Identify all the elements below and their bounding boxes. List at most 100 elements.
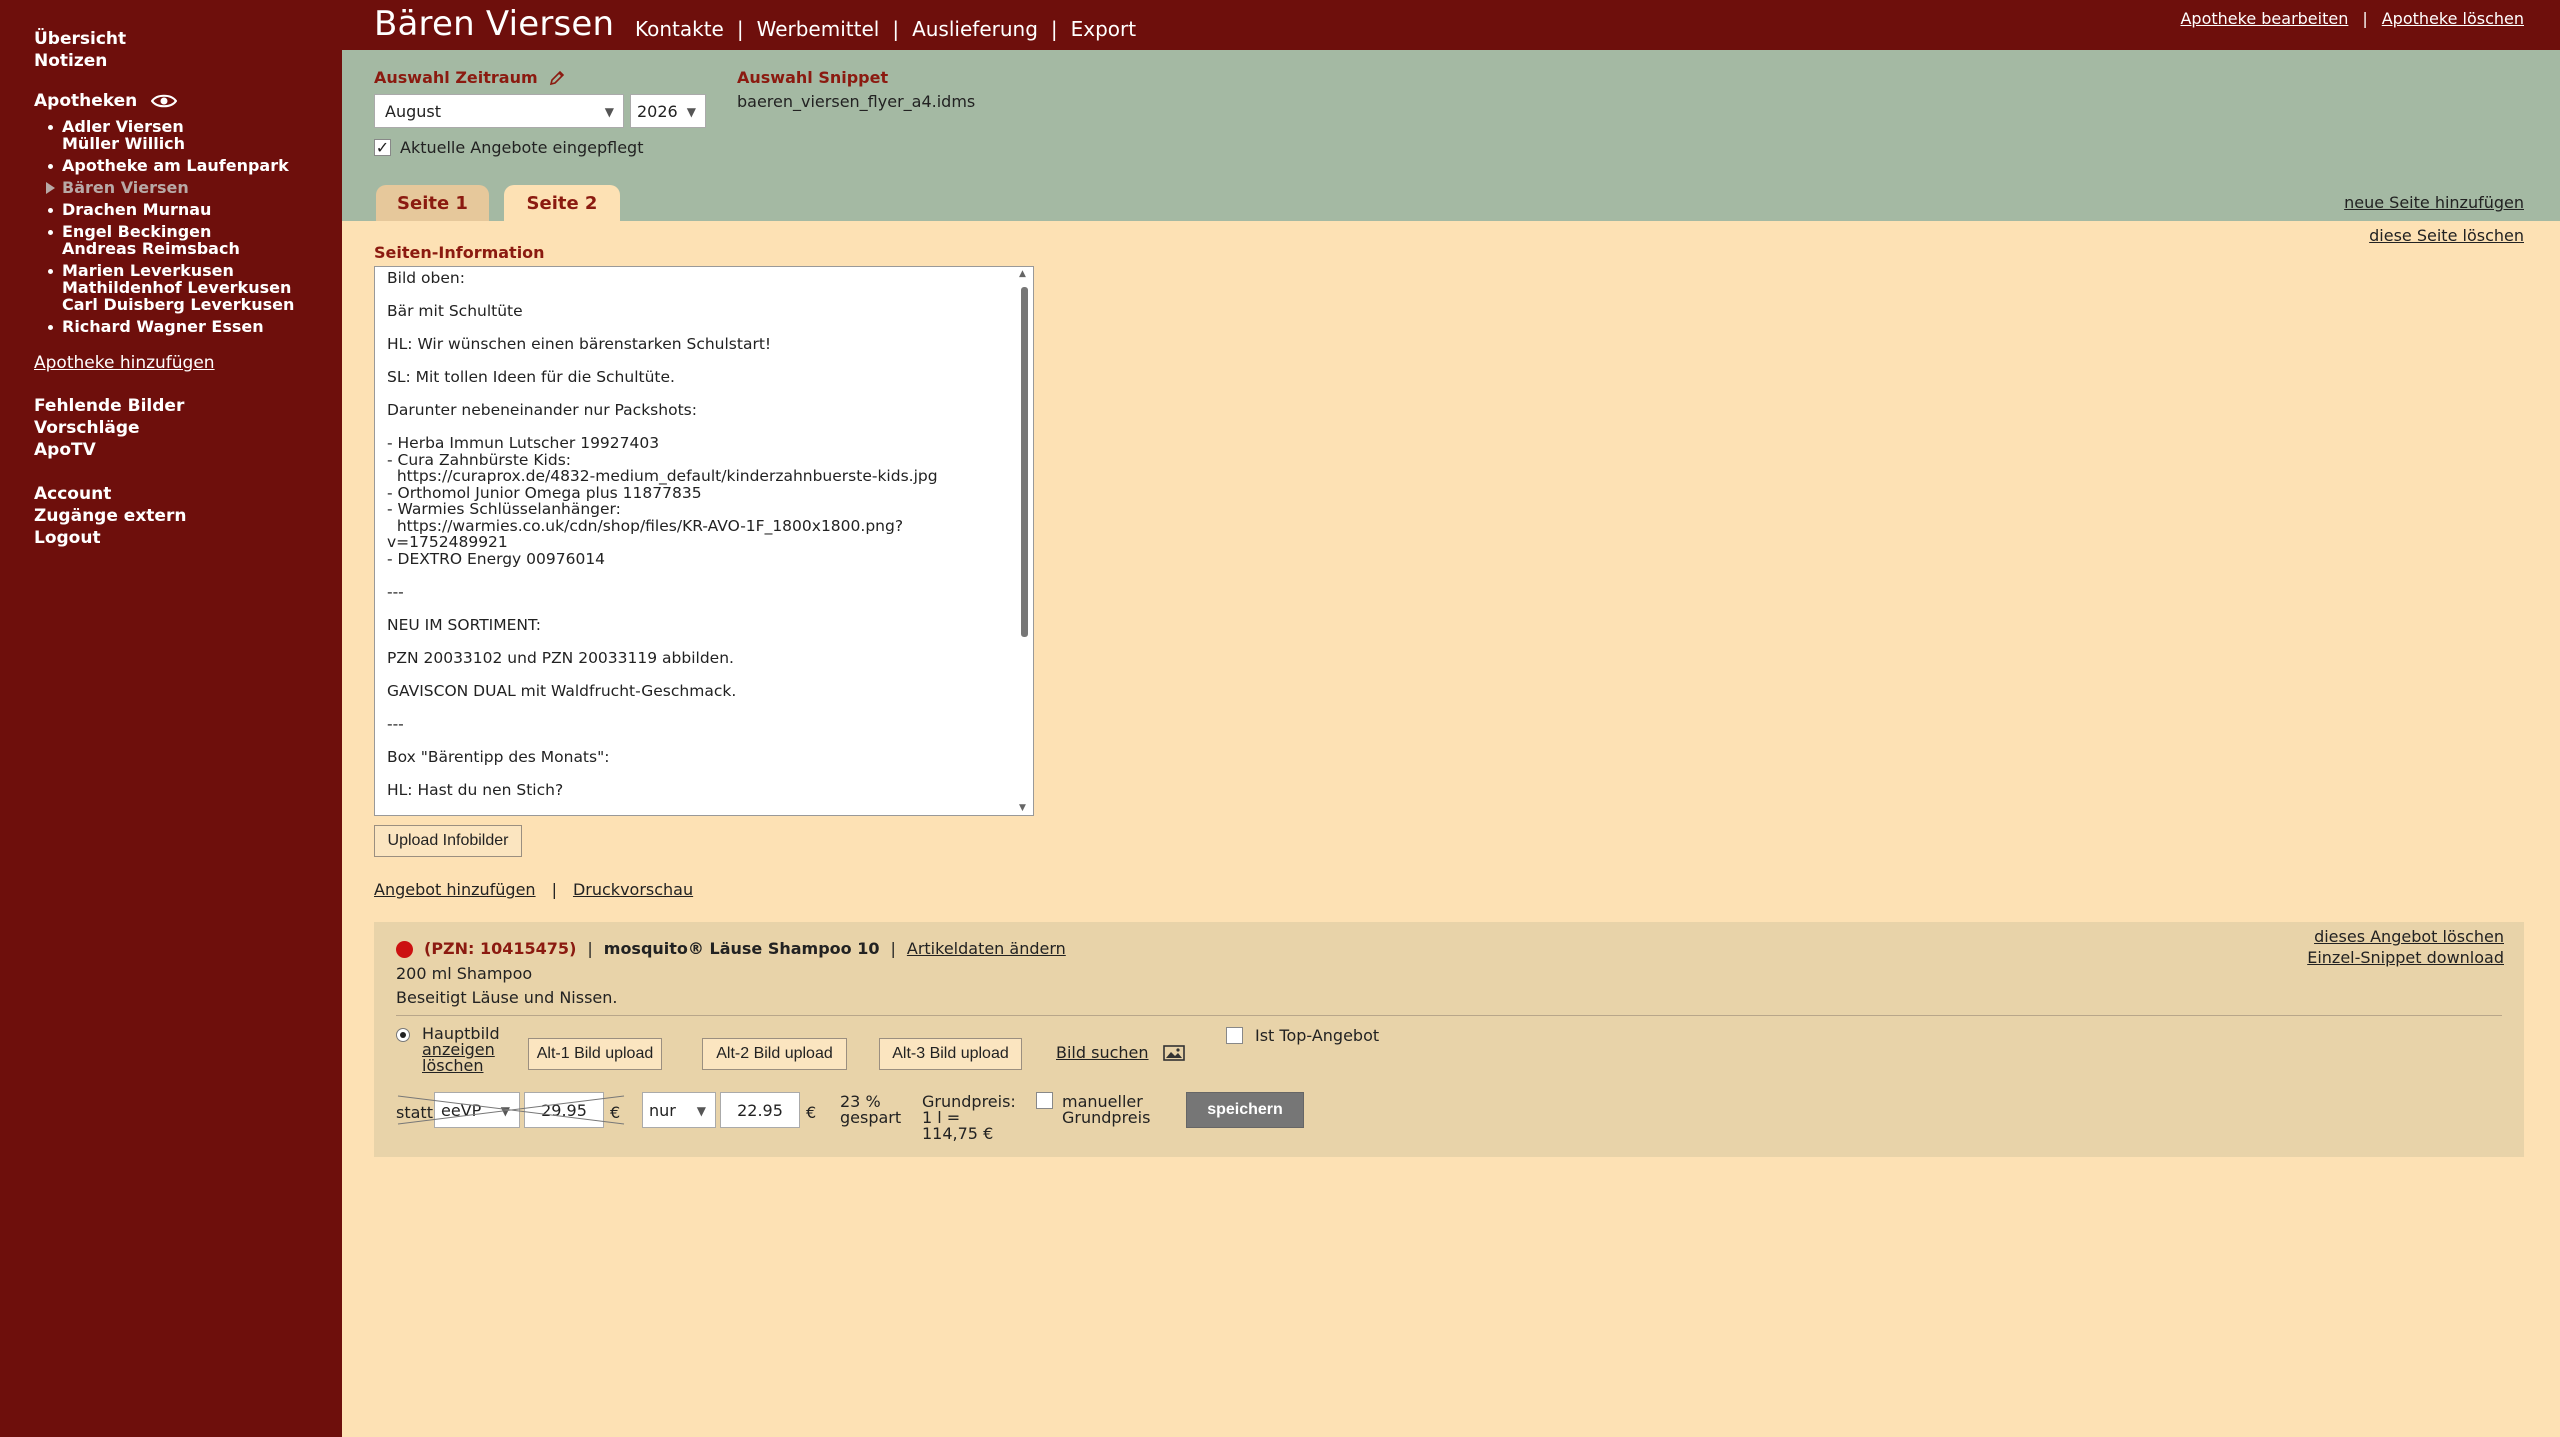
eye-icon[interactable] <box>151 93 178 109</box>
offer-panel: (PZN: 10415475) | mosquito® Läuse Shampo… <box>374 922 2524 1157</box>
speichern-button[interactable]: speichern <box>1186 1092 1304 1128</box>
month-select[interactable]: August ▼ <box>374 94 624 128</box>
bullet-icon <box>48 164 53 169</box>
sidebar-item-label: Apotheke am Laufenpark <box>62 156 289 175</box>
gespart-label: gespart <box>840 1108 902 1127</box>
seiten-information-text[interactable]: Bild oben: Bär mit Schultüte HL: Wir wün… <box>375 267 1033 813</box>
textarea-scrollbar[interactable]: ▲ ▼ <box>1018 269 1031 813</box>
page-title: Bären Viersen <box>374 4 615 44</box>
nav-fehlende-bilder[interactable]: Fehlende Bilder <box>34 395 342 417</box>
checkbox-box[interactable] <box>1226 1027 1243 1044</box>
tab-seite-2[interactable]: Seite 2 <box>504 185 620 221</box>
tab-seite-1[interactable]: Seite 1 <box>376 185 489 221</box>
bild-suchen: Bild suchen <box>1056 1043 1185 1062</box>
top-header: Bären Viersen Kontakte | Werbemittel | A… <box>342 0 2560 50</box>
sidebar-item-adler-viersen[interactable]: Adler Viersen Müller Willich <box>44 118 342 152</box>
strikethrough-mark <box>397 1095 625 1125</box>
sidebar-middle-group: Fehlende Bilder Vorschläge ApoTV <box>34 395 342 461</box>
offer-pzn: (PZN: 10415475) <box>424 939 577 958</box>
alt3-bild-upload-button[interactable]: Alt-3 Bild upload <box>879 1038 1022 1070</box>
manuell-line2: Grundpreis <box>1062 1108 1151 1127</box>
apotheken-list: Adler Viersen Müller Willich Apotheke am… <box>44 118 342 335</box>
sidebar-item-richard-wagner-essen[interactable]: Richard Wagner Essen <box>44 318 342 335</box>
upload-infobilder-button[interactable]: Upload Infobilder <box>374 825 522 857</box>
sidebar-item-label: Drachen Murnau <box>62 200 212 219</box>
controls-panel: Auswahl Zeitraum August ▼ 2026 ▼ Auswahl… <box>342 50 2560 221</box>
action-links: Angebot hinzufügen | Druckvorschau <box>374 880 693 899</box>
sidebar-item-engel-beckingen[interactable]: Engel Beckingen Andreas Reimsbach <box>44 223 342 257</box>
top-angebot-label: Ist Top-Angebot <box>1255 1026 1380 1045</box>
seite-loeschen-link[interactable]: diese Seite löschen <box>2369 226 2524 245</box>
chevron-down-icon: ▼ <box>604 105 614 119</box>
nav-notizen[interactable]: Notizen <box>34 50 342 72</box>
year-select[interactable]: 2026 ▼ <box>630 94 706 128</box>
bullet-icon <box>48 230 53 235</box>
nav-kontakte[interactable]: Kontakte <box>635 17 724 41</box>
nur-select-value: nur <box>649 1101 676 1120</box>
einzel-snippet-download-link[interactable]: Einzel-Snippet download <box>2307 947 2504 968</box>
nav-logout[interactable]: Logout <box>34 527 342 549</box>
link-separator: | <box>551 880 557 899</box>
seiten-information-textarea[interactable]: Bild oben: Bär mit Schultüte HL: Wir wün… <box>374 266 1034 816</box>
bullet-icon <box>48 208 53 213</box>
snippet-label: Auswahl Snippet <box>737 68 889 87</box>
nav-vorschlaege[interactable]: Vorschläge <box>34 417 342 439</box>
offer-right-links: dieses Angebot löschen Einzel-Snippet do… <box>2307 926 2504 968</box>
seiten-information-label: Seiten-Information <box>374 243 545 262</box>
currency-symbol: € <box>806 1103 817 1122</box>
grundpreis-value: 1 l = 114,75 € <box>922 1108 994 1143</box>
sidebar-item-marien-leverkusen[interactable]: Marien Leverkusen Mathildenhof Leverkuse… <box>44 262 342 313</box>
sidebar-item-drachen-murnau[interactable]: Drachen Murnau <box>44 201 342 218</box>
hauptbild-radio[interactable] <box>396 1028 410 1042</box>
link-separator: | <box>2362 9 2368 28</box>
nav-apotv[interactable]: ApoTV <box>34 439 342 461</box>
nav-zugaenge-extern[interactable]: Zugänge extern <box>34 505 342 527</box>
apotheke-hinzufuegen-link[interactable]: Apotheke hinzufügen <box>34 353 342 373</box>
title-separator: | <box>890 939 896 958</box>
snippet-value[interactable]: baeren_viersen_flyer_a4.idms <box>737 92 975 111</box>
angebot-hinzufuegen-link[interactable]: Angebot hinzufügen <box>374 880 536 899</box>
hauptbild-loeschen-link[interactable]: löschen <box>422 1058 500 1074</box>
chevron-down-icon: ▼ <box>686 105 696 119</box>
offer-divider <box>396 1015 2502 1016</box>
scroll-up-icon[interactable]: ▲ <box>1019 269 1026 279</box>
gespart-info: 23 % gespart <box>840 1094 901 1126</box>
apotheken-heading: Apotheken <box>34 90 342 112</box>
apotheken-label[interactable]: Apotheken <box>34 90 137 112</box>
scrollbar-thumb[interactable] <box>1021 287 1028 637</box>
bullet-icon <box>48 269 53 274</box>
nav-separator: | <box>1050 17 1058 41</box>
nur-price-input[interactable]: 22.95 <box>720 1092 800 1128</box>
angebot-loeschen-link[interactable]: dieses Angebot löschen <box>2307 926 2504 947</box>
druckvorschau-link[interactable]: Druckvorschau <box>573 880 693 899</box>
nav-account[interactable]: Account <box>34 483 342 505</box>
apotheke-bearbeiten-link[interactable]: Apotheke bearbeiten <box>2180 9 2348 28</box>
sidebar-item-baeren-viersen[interactable]: Bären Viersen <box>44 179 342 196</box>
sidebar-item-apotheke-am-laufenpark[interactable]: Apotheke am Laufenpark <box>44 157 342 174</box>
apotheke-loeschen-link[interactable]: Apotheke löschen <box>2382 9 2524 28</box>
alt1-bild-upload-button[interactable]: Alt-1 Bild upload <box>528 1038 662 1070</box>
checkbox-box[interactable]: ✓ <box>374 139 391 156</box>
hauptbild-block: Hauptbild anzeigen löschen <box>422 1026 500 1074</box>
nur-price-type-select[interactable]: nur ▼ <box>642 1092 716 1128</box>
sidebar: Übersicht Notizen Apotheken Adler Vierse… <box>0 0 342 1437</box>
month-select-value: August <box>385 102 441 121</box>
nav-uebersicht[interactable]: Übersicht <box>34 28 342 50</box>
zeitraum-heading: Auswahl Zeitraum <box>374 68 566 87</box>
nav-werbemittel[interactable]: Werbemittel <box>757 17 880 41</box>
image-icon[interactable] <box>1162 1044 1185 1062</box>
scroll-down-icon[interactable]: ▼ <box>1019 803 1026 813</box>
alt2-bild-upload-button[interactable]: Alt-2 Bild upload <box>702 1038 847 1070</box>
zeitraum-label: Auswahl Zeitraum <box>374 68 538 87</box>
nav-export[interactable]: Export <box>1071 17 1136 41</box>
grundpreis-info: Grundpreis: 1 l = 114,75 € <box>922 1094 1016 1142</box>
bild-suchen-link[interactable]: Bild suchen <box>1056 1043 1149 1062</box>
artikeldaten-aendern-link[interactable]: Artikeldaten ändern <box>907 939 1066 958</box>
manueller-grundpreis-checkbox[interactable] <box>1036 1092 1053 1109</box>
neue-seite-hinzufuegen-link[interactable]: neue Seite hinzufügen <box>2344 193 2524 212</box>
angebote-eingepflegt-checkbox[interactable]: ✓ Aktuelle Angebote eingepflegt <box>374 138 643 157</box>
sidebar-bottom-group: Account Zugänge extern Logout <box>34 483 342 549</box>
top-angebot-checkbox[interactable]: Ist Top-Angebot <box>1226 1026 1379 1045</box>
nav-auslieferung[interactable]: Auslieferung <box>912 17 1038 41</box>
pencil-icon[interactable] <box>548 69 566 87</box>
